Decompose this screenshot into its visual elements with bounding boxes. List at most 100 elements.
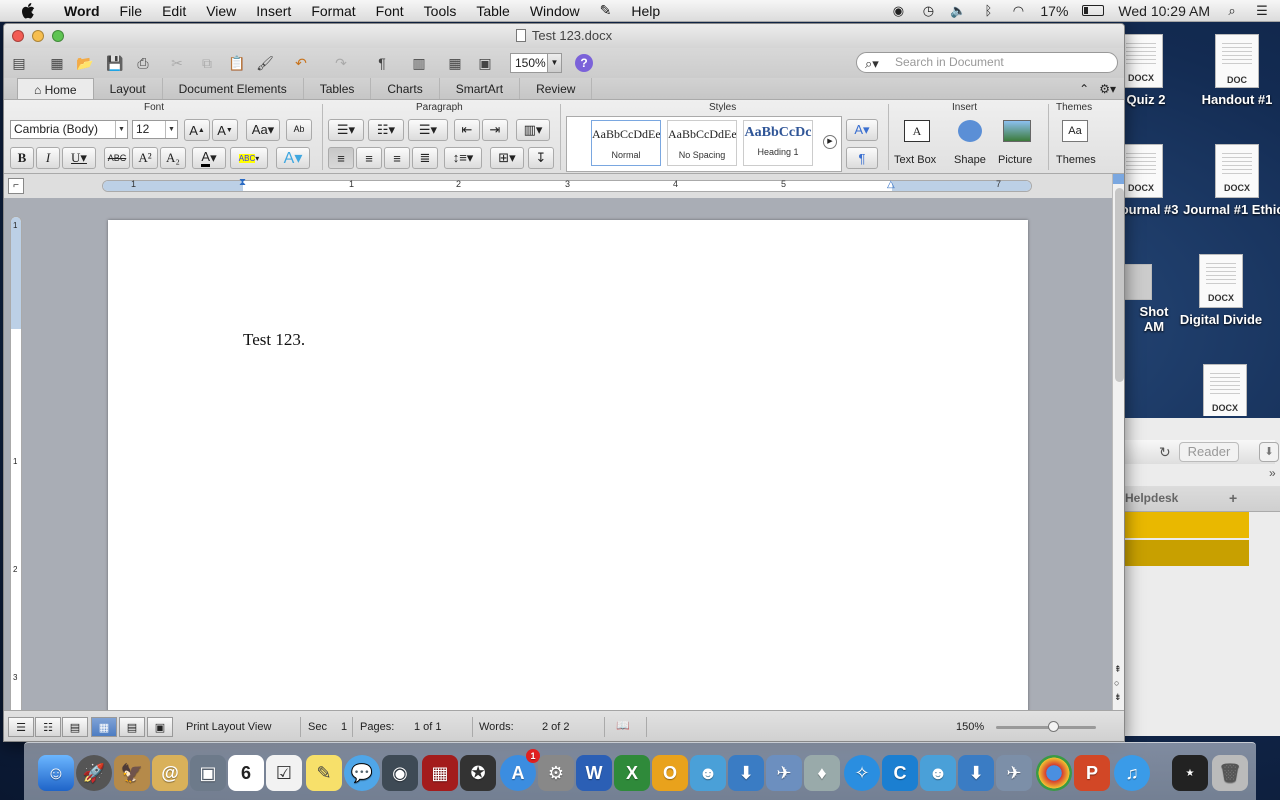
safari-icon[interactable]: ✧ — [844, 755, 880, 791]
tab-smartart[interactable]: SmartArt — [440, 78, 521, 99]
minimize-window-button[interactable] — [32, 30, 44, 42]
battery-icon[interactable] — [1082, 5, 1105, 16]
menu-window[interactable]: Window — [520, 3, 590, 19]
horizontal-ruler[interactable]: 1 1 2 3 4 5 7 ⧗ △ — [102, 177, 1032, 192]
cut-icon[interactable]: ✂ — [166, 53, 188, 73]
new-document-icon[interactable]: ▤ — [8, 53, 30, 73]
copy-icon[interactable]: ⧉ — [196, 53, 218, 73]
messages-icon[interactable]: 💬 — [344, 755, 380, 791]
spotlight-icon[interactable]: ⌕ — [1224, 3, 1240, 19]
grow-font-icon[interactable]: A ▲ — [184, 119, 210, 141]
photo-booth-icon[interactable]: ▦ — [422, 755, 458, 791]
desktop-icon-digital-divide[interactable]: DOCX Digital Divide — [1166, 254, 1276, 327]
sidebar-toggle-icon[interactable]: ▥ — [408, 53, 430, 73]
notebook-view-icon[interactable]: ▤ — [119, 717, 145, 737]
accessibility-icon[interactable]: ◉ — [890, 3, 906, 19]
menu-format[interactable]: Format — [301, 3, 365, 19]
draft-view-icon[interactable]: ☰ — [8, 717, 34, 737]
superscript-button[interactable]: A² — [132, 147, 158, 169]
decrease-indent-icon[interactable]: ⇤ — [454, 119, 480, 141]
line-spacing-icon[interactable]: ↕≡▾ — [444, 147, 482, 169]
itunes-icon[interactable]: ♫ — [1114, 755, 1150, 791]
show-formatting-icon[interactable]: ¶ — [371, 53, 393, 73]
left-indent-marker[interactable]: ⧗ — [239, 177, 246, 188]
shape-button[interactable]: Shape — [948, 116, 992, 170]
bluetooth-icon[interactable]: ᛒ — [980, 3, 996, 19]
reader-button[interactable]: Reader — [1179, 442, 1239, 462]
text-box-button[interactable]: A Text Box — [892, 116, 942, 170]
document-page[interactable]: Test 123. — [108, 220, 1028, 720]
picture-button[interactable]: Picture — [994, 116, 1040, 170]
increase-indent-icon[interactable]: ⇥ — [482, 119, 508, 141]
contacts-icon[interactable]: @ — [152, 755, 188, 791]
sort-icon[interactable]: ↧ — [528, 147, 554, 169]
launchpad-icon[interactable]: 🚀 — [76, 755, 112, 791]
tab-layout[interactable]: Layout — [94, 78, 163, 99]
finder-icon[interactable]: ☺ — [38, 755, 74, 791]
insert-table-icon[interactable]: ▦ — [444, 53, 466, 73]
messenger-app-icon[interactable]: ☻ — [920, 755, 956, 791]
zoom-window-button[interactable] — [52, 30, 64, 42]
tab-home[interactable]: ⌂ Home — [17, 78, 94, 99]
download-icon[interactable]: ⬇ — [1259, 442, 1279, 462]
style-normal[interactable]: AaBbCcDdEe Normal — [591, 120, 661, 166]
tab-review[interactable]: Review — [520, 78, 593, 99]
stickies-icon[interactable]: ✎ — [306, 755, 342, 791]
menu-view[interactable]: View — [196, 3, 246, 19]
highlight-icon[interactable]: ABC ▾ — [230, 147, 268, 169]
split-handle[interactable] — [1113, 174, 1124, 184]
bullets-icon[interactable]: ☰▾ — [328, 119, 364, 141]
zoom-slider-knob[interactable] — [1048, 721, 1059, 732]
c-app-icon[interactable]: C — [882, 755, 918, 791]
format-painter-icon[interactable]: 🖌 — [254, 53, 276, 73]
underline-button[interactable]: U▾ — [62, 147, 96, 169]
style-no-spacing[interactable]: AaBbCcDdEe No Spacing — [667, 120, 737, 166]
help-icon[interactable]: ? — [575, 54, 593, 72]
folder-stack-icon[interactable]: ★ — [1172, 755, 1208, 791]
excel-app-icon[interactable]: X — [614, 755, 650, 791]
outline-view-icon[interactable]: ☷ — [35, 717, 61, 737]
spelling-check-icon[interactable]: 📖 — [616, 719, 630, 732]
trash-icon[interactable]: 🗑 — [1212, 755, 1248, 791]
zoom-slider[interactable] — [996, 721, 1096, 732]
align-left-button[interactable]: ≡ — [328, 147, 354, 169]
multilevel-list-icon[interactable]: ☰▾ — [408, 119, 448, 141]
script-menu-icon[interactable]: ✎ — [590, 2, 622, 19]
font-size-select[interactable]: 12 ▼ — [132, 120, 178, 139]
tab-tables[interactable]: Tables — [304, 78, 372, 99]
clock[interactable]: Wed 10:29 AM — [1118, 3, 1210, 19]
templates-gallery-icon[interactable]: ▦ — [46, 53, 68, 73]
italic-button[interactable]: I — [36, 147, 60, 169]
scroll-thumb[interactable] — [1115, 188, 1124, 382]
document-text[interactable]: Test 123. — [243, 330, 305, 350]
menu-insert[interactable]: Insert — [246, 3, 301, 19]
strikethrough-button[interactable]: ABC — [104, 147, 130, 169]
undo-icon[interactable]: ↶ — [290, 53, 312, 73]
zoom-select[interactable]: 150% ▼ — [510, 53, 562, 73]
align-right-button[interactable]: ≡ — [384, 147, 410, 169]
print-icon[interactable]: ⎙ — [132, 53, 154, 73]
subscript-button[interactable]: A₂ — [160, 147, 186, 169]
time-machine-icon[interactable]: ◷ — [920, 3, 936, 19]
desktop-icon-handout1[interactable]: DOC Handout #1 — [1182, 34, 1280, 107]
tab-overflow-icon[interactable]: » — [1269, 466, 1276, 480]
lync-app-icon[interactable]: ☻ — [690, 755, 726, 791]
menu-edit[interactable]: Edit — [152, 3, 196, 19]
print-layout-view-icon[interactable]: ▦ — [91, 717, 117, 737]
publishing-view-icon[interactable]: ▤ — [62, 717, 88, 737]
new-tab-icon[interactable]: + — [1229, 490, 1237, 506]
app-store-icon[interactable]: A1 — [500, 749, 540, 791]
numbering-icon[interactable]: ☷▾ — [368, 119, 404, 141]
justify-button[interactable]: ≣ — [412, 147, 438, 169]
shrink-font-icon[interactable]: A ▼ — [212, 119, 238, 141]
download-app-icon-2[interactable]: ⬇ — [958, 755, 994, 791]
menu-tools[interactable]: Tools — [414, 3, 467, 19]
right-indent-marker[interactable]: △ — [887, 179, 895, 190]
word-app-icon[interactable]: W — [576, 755, 612, 791]
vertical-ruler[interactable]: 1 1 2 3 — [10, 216, 22, 716]
text-effects-icon[interactable]: A▾ — [276, 147, 310, 169]
clear-formatting-icon[interactable]: ᴬᵇ — [286, 119, 312, 141]
vertical-scrollbar[interactable]: ⇞ ○ ⇟ — [1112, 174, 1124, 710]
tab-document-elements[interactable]: Document Elements — [163, 78, 304, 99]
menu-font[interactable]: Font — [366, 3, 414, 19]
